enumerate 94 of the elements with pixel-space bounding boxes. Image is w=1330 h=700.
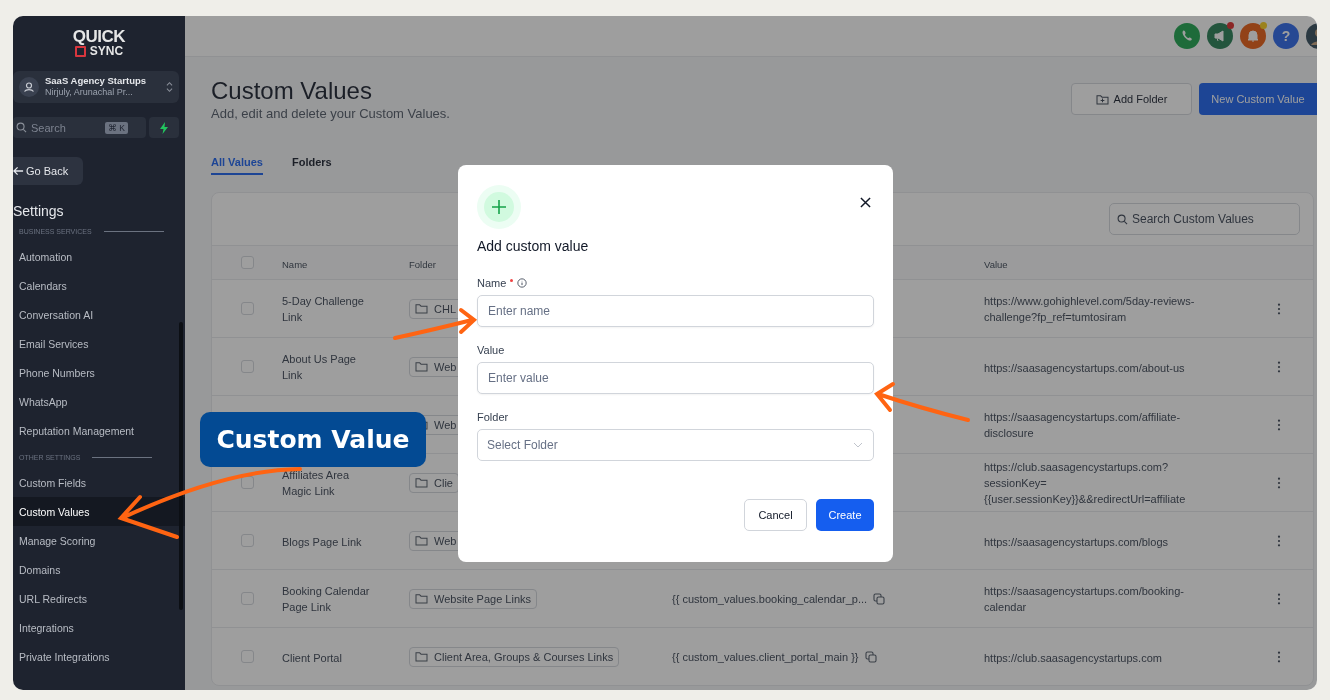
annotation-label: Custom Value: [200, 412, 426, 467]
table-cell-text: Client Portal: [282, 650, 342, 666]
sidebar-heading: Settings: [13, 203, 65, 219]
close-icon[interactable]: [860, 197, 871, 208]
user-icon: [19, 77, 39, 97]
checkbox[interactable]: [240, 302, 254, 315]
table-cell-text: {{ custom_values.booking_calendar_p...: [672, 591, 868, 607]
search-icon: [16, 122, 27, 133]
folder-tag: Client Area, Groups & Courses Links: [409, 646, 620, 667]
sidebar-item[interactable]: Conversation AI: [13, 300, 185, 329]
account-switcher[interactable]: SaaS Agency Startups Nirjuly, Arunachal Pr...: [13, 71, 179, 103]
chevron-down-icon: [853, 442, 863, 448]
more-icon[interactable]: [1277, 302, 1281, 315]
column-header: Value: [984, 258, 1008, 270]
checkbox[interactable]: [240, 256, 254, 269]
more-icon[interactable]: [1277, 418, 1281, 431]
copy-icon[interactable]: [864, 650, 877, 663]
bolt-icon: [159, 121, 169, 134]
table-cell-text: https://saasagencystartups.com/booking-calendar: [984, 583, 1185, 615]
table-cell-text: https://club.saasagencystartups.com?sessionKey={{user.sessionKey}}&&redirectUrl=affiliate: [984, 459, 1187, 507]
search-icon: [1117, 213, 1128, 225]
dialog-title: Add custom value: [477, 238, 590, 254]
table-cell-text: https://saasagencystartups.com/affiliate-disclosure: [984, 409, 1182, 441]
table-cell-text: 5-Day Challenge Link: [282, 293, 365, 325]
sidebar-item[interactable]: Custom Fields: [13, 468, 185, 497]
logo: QUICK SYNC: [71, 28, 127, 57]
table-cell-text: Blogs Page Link: [282, 534, 362, 550]
sidebar-item[interactable]: Integrations: [13, 613, 185, 642]
info-icon[interactable]: [517, 278, 528, 288]
checkbox[interactable]: [240, 360, 254, 373]
dropdown[interactable]: Select Folder: [477, 429, 874, 461]
table-cell-text: {{ custom_values.client_portal_main }}: [672, 649, 859, 665]
table-cell-text: https://www.gohighlevel.com/5day-reviews-challenge?fp_ref=tumtosiram: [984, 293, 1196, 325]
folder-icon: [415, 535, 428, 546]
tab[interactable]: Folders: [292, 156, 332, 173]
sidebar-item[interactable]: Automation: [13, 242, 185, 271]
go-back-button[interactable]: Go Back: [13, 157, 83, 185]
folder-icon: [415, 593, 428, 604]
account-location: Nirjuly, Arunachal Pr...: [45, 87, 134, 98]
notification-dot: [1260, 22, 1267, 29]
table-cell-text: https://club.saasagencystartups.com: [984, 650, 1162, 666]
create-button[interactable]: Create: [816, 499, 874, 531]
add-folder-button[interactable]: Add Folder: [1071, 83, 1192, 115]
more-icon[interactable]: [1277, 592, 1281, 605]
search-input[interactable]: Search: [31, 121, 101, 134]
sidebar-item[interactable]: Reputation Management: [13, 416, 185, 445]
checkbox[interactable]: [240, 650, 254, 663]
sidebar-item[interactable]: Private Integrations: [13, 642, 185, 671]
notification-dot: [1227, 22, 1234, 29]
folder-icon: [415, 477, 428, 488]
search-field[interactable]: Search Custom Values: [1109, 203, 1300, 235]
field-label: Value: [477, 344, 505, 356]
sidebar-item[interactable]: Manage Scoring: [13, 526, 185, 555]
sidebar-item[interactable]: WhatsApp: [13, 387, 185, 416]
more-icon[interactable]: [1277, 534, 1281, 547]
table-cell-text: About Us Page Link: [282, 351, 357, 383]
field-label: Folder: [477, 411, 509, 423]
plus-icon: [477, 185, 521, 229]
bell-icon[interactable]: [1240, 23, 1266, 49]
shortcut-key: ⌘ K: [105, 121, 129, 134]
folder-icon: [415, 651, 428, 662]
page-subtitle: Add, edit and delete your Custom Values.: [211, 106, 450, 121]
folder-icon: [415, 303, 428, 314]
input-field[interactable]: Enter name: [477, 295, 874, 327]
sidebar-item[interactable]: Domains: [13, 555, 185, 584]
page-title: Custom Values: [211, 77, 373, 105]
more-icon[interactable]: [1277, 650, 1281, 663]
table-cell-text: https://saasagencystartups.com/blogs: [984, 534, 1169, 550]
checkbox[interactable]: [240, 592, 254, 605]
checkbox[interactable]: [240, 534, 254, 547]
sidebar-item[interactable]: Phone Numbers: [13, 358, 185, 387]
account-name: SaaS Agency Startups: [45, 76, 148, 88]
chevron-updown-icon: [166, 81, 173, 93]
field-label: Name: [477, 277, 507, 289]
arrow-left-icon: [13, 166, 24, 176]
table-cell-text: Affiliates Area Magic Link: [282, 467, 351, 499]
table-cell-text: https://saasagencystartups.com/about-us: [984, 360, 1185, 376]
cancel-button[interactable]: Cancel: [744, 499, 807, 531]
column-header: Name: [282, 258, 308, 270]
sidebar-item[interactable]: URL Redirects: [13, 584, 185, 613]
phone-icon[interactable]: [1174, 23, 1200, 49]
sidebar-item[interactable]: Email Services: [13, 329, 185, 358]
quick-action-button[interactable]: [149, 117, 179, 138]
sidebar-item[interactable]: Calendars: [13, 271, 185, 300]
folder-icon: [415, 361, 428, 372]
column-header: Folder: [409, 258, 436, 270]
folder-plus-icon: [1095, 93, 1109, 105]
more-icon[interactable]: [1277, 476, 1281, 489]
megaphone-icon[interactable]: [1207, 23, 1233, 49]
table-cell-text: Booking Calendar Page Link: [282, 583, 371, 615]
input-field[interactable]: Enter value: [477, 362, 874, 394]
copy-icon[interactable]: [873, 592, 886, 605]
more-icon[interactable]: [1277, 360, 1281, 373]
folder-tag: Website Page Links: [409, 588, 538, 609]
